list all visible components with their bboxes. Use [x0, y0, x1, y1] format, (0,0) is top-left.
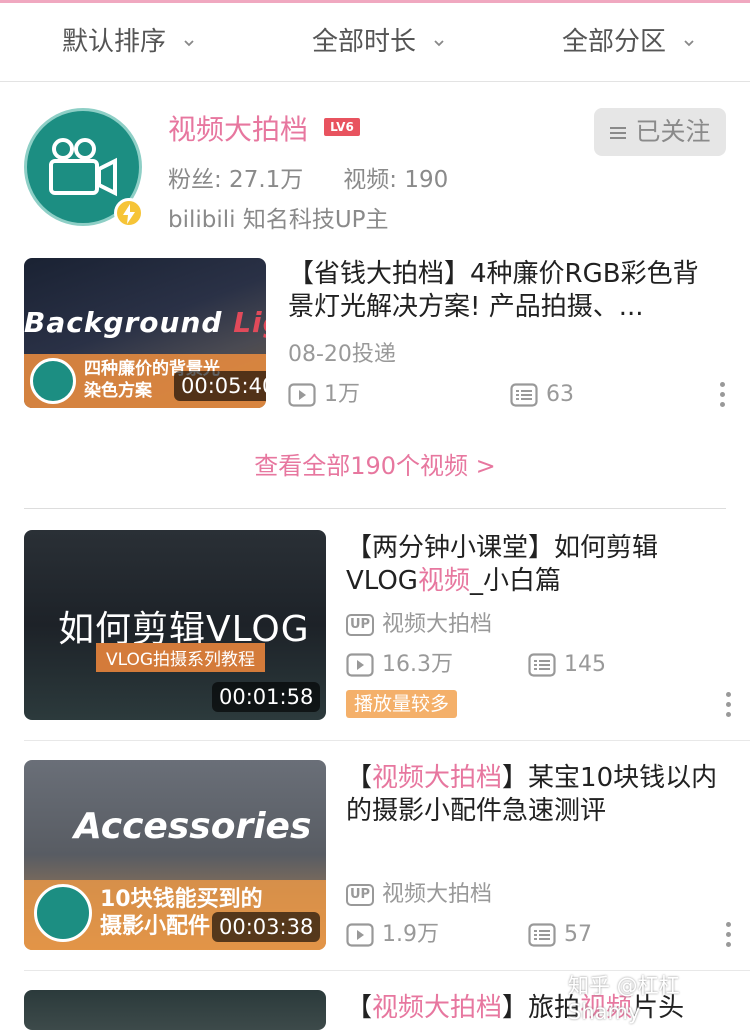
up-badge-icon: UP [346, 884, 374, 906]
play-icon [288, 383, 316, 407]
chevron-down-icon [434, 39, 444, 46]
fans-count: 粉丝: 27.1万 [168, 167, 304, 193]
danmaku-count: 63 [510, 380, 574, 410]
channel-logo [34, 884, 92, 942]
play-count: 16.3万 [346, 650, 453, 680]
danmaku-icon [510, 383, 538, 407]
video-thumbnail[interactable]: Background Light 四种廉价的背景光染色方案 00:05:40 [24, 258, 266, 408]
follow-button[interactable]: 已关注 [594, 108, 726, 156]
up-badge-icon: UP [346, 614, 374, 636]
uploader-certification: bilibili 知名科技UP主 [168, 207, 389, 233]
thumbnail-text: Accessories [74, 806, 312, 847]
upload-date: 08-20投递 [288, 342, 396, 367]
zone-filter-label: 全部分区 [562, 27, 667, 57]
sort-filter[interactable]: 默认排序 [62, 3, 196, 81]
video-title[interactable]: 【省钱大拍档】4种廉价RGB彩色背景灯光解决方案! 产品拍摄、... [288, 258, 718, 324]
popular-tag: 播放量较多 [346, 690, 458, 718]
duration-badge: 00:05:40 [174, 371, 266, 401]
chevron-down-icon [684, 39, 694, 46]
duration-badge: 00:03:38 [212, 912, 321, 942]
follow-label: 已关注 [635, 117, 711, 146]
play-icon [346, 653, 374, 677]
play-count: 1万 [288, 380, 360, 410]
duration-badge: 00:01:58 [212, 682, 321, 712]
thumbnail-band: VLOG拍摄系列教程 [96, 643, 266, 672]
more-options-icon[interactable] [726, 692, 732, 722]
video-title[interactable]: 【视频大拍档】某宝10块钱以内的摄影小配件急速测评 [346, 762, 726, 828]
divider [24, 740, 750, 741]
duration-filter-label: 全部时长 [312, 27, 417, 57]
chevron-down-icon [184, 39, 194, 46]
watermark: 知乎 @杠杠Shamy [568, 974, 680, 1024]
video-thumbnail[interactable]: 如何剪辑VLOG VLOG拍摄系列教程 00:01:58 [24, 530, 326, 720]
verified-bolt-icon [114, 198, 144, 228]
danmaku-count: 57 [528, 920, 592, 950]
video-thumbnail[interactable]: Accessories 10块钱能买到的 摄影小配件 00:03:38 [24, 760, 326, 950]
uploader-name[interactable]: 视频大拍档 [168, 108, 308, 148]
channel-logo [30, 358, 76, 404]
uploader-stats: 粉丝: 27.1万 视频: 190 [168, 160, 448, 194]
video-title[interactable]: 【两分钟小课堂】如何剪辑VLOG视频_小白篇 [346, 532, 716, 598]
level-badge: LV6 [324, 118, 360, 136]
play-icon [346, 923, 374, 947]
video-uploader[interactable]: UP 视频大拍档 [346, 880, 492, 910]
video-uploader[interactable]: UP 视频大拍档 [346, 610, 492, 640]
thumbnail-text: Background Light [24, 306, 266, 339]
more-options-icon[interactable] [726, 922, 732, 952]
video-camera-icon [49, 138, 117, 197]
divider [24, 508, 726, 509]
filter-bar: 默认排序 全部时长 全部分区 [0, 3, 750, 82]
view-all-videos-link[interactable]: 查看全部190个视频 > [0, 446, 750, 481]
more-options-icon[interactable] [720, 382, 726, 412]
danmaku-icon [528, 653, 556, 677]
video-count: 视频: 190 [343, 167, 449, 193]
zone-filter[interactable]: 全部分区 [562, 3, 696, 81]
danmaku-count: 145 [528, 650, 606, 680]
menu-icon [610, 127, 627, 139]
video-thumbnail[interactable] [24, 990, 326, 1030]
play-count: 1.9万 [346, 920, 439, 950]
sort-filter-label: 默认排序 [62, 27, 167, 57]
duration-filter[interactable]: 全部时长 [312, 3, 446, 81]
danmaku-icon [528, 923, 556, 947]
